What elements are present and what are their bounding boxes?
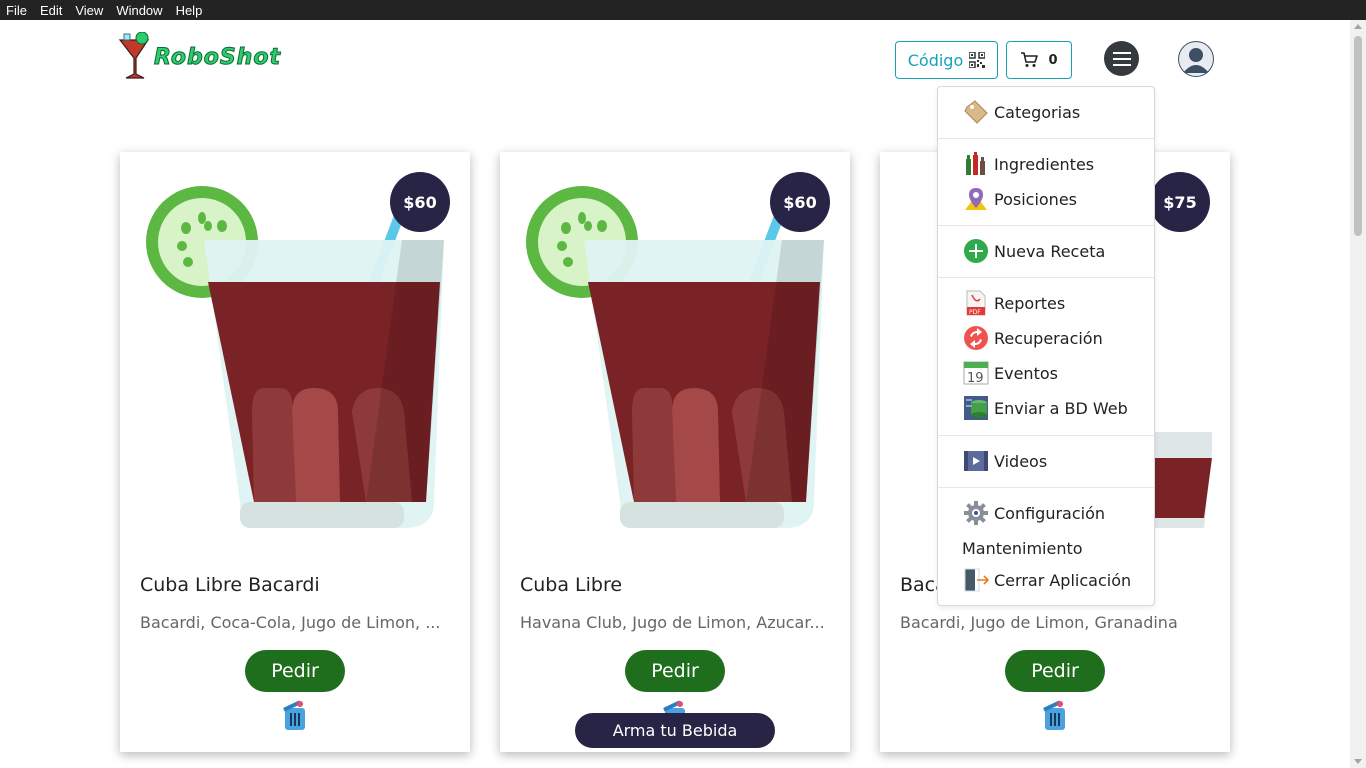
menu-item-cerrar-aplicacion[interactable]: Cerrar Aplicación: [962, 565, 1131, 595]
pedir-button[interactable]: Pedir: [1005, 650, 1105, 692]
menu-item-nueva-receta[interactable]: Nueva Receta: [962, 236, 1105, 266]
map-pin-icon: [962, 185, 990, 213]
scroll-down-icon[interactable]: [1354, 759, 1362, 764]
menu-divider: [938, 435, 1154, 436]
scrollbar-thumb[interactable]: [1354, 36, 1362, 236]
svg-text:19: 19: [967, 371, 984, 386]
codigo-button[interactable]: Código: [895, 41, 998, 79]
drink-image: [526, 182, 824, 528]
cart-icon: [1021, 52, 1039, 67]
drink-image: [146, 182, 444, 528]
menu-item-categorias[interactable]: Categorias: [962, 97, 1080, 127]
product-ingredients: Bacardi, Coca-Cola, Jugo de Limon, ...: [140, 613, 441, 632]
product-ingredients: Havana Club, Jugo de Limon, Azucar...: [520, 613, 825, 632]
price-badge: $60: [390, 172, 450, 232]
qr-code-icon: [969, 52, 986, 68]
trash-icon[interactable]: [280, 698, 310, 732]
pedir-button[interactable]: Pedir: [625, 650, 725, 692]
exit-icon: [962, 566, 990, 594]
menu-divider: [938, 225, 1154, 226]
window-menubar: File Edit View Window Help: [0, 0, 1366, 20]
menu-item-ingredientes[interactable]: Ingredientes: [962, 149, 1094, 179]
user-avatar[interactable]: [1178, 41, 1214, 77]
tag-icon: [962, 98, 990, 126]
product-card: $60 Cuba Libre Bacardi Bacardi, Coca-Col…: [120, 152, 470, 752]
pdf-icon: PDF: [962, 289, 990, 317]
calendar-icon: 19: [962, 359, 990, 387]
menu-divider: [938, 138, 1154, 139]
menu-view[interactable]: View: [75, 3, 103, 18]
menu-item-recuperacion[interactable]: Recuperación: [962, 323, 1103, 353]
trash-icon[interactable]: [1040, 698, 1070, 732]
product-card: $60 Cuba Libre Havana Club, Jugo de Limo…: [500, 152, 850, 752]
app-logo[interactable]: RoboShot: [118, 32, 281, 82]
plus-circle-icon: [962, 237, 990, 265]
hamburger-icon: [1112, 51, 1131, 66]
cart-count: 0: [1048, 52, 1058, 68]
main-menu-dropdown: Categorias Ingredientes Posiciones Nueva…: [937, 86, 1155, 606]
refresh-icon: [962, 324, 990, 352]
menu-item-reportes[interactable]: PDF Reportes: [962, 288, 1065, 318]
gear-icon: [962, 499, 990, 527]
svg-text:PDF: PDF: [969, 309, 981, 316]
app-content: RoboShot Código 0 $60 Cuba Libre Bacardi…: [0, 20, 1366, 768]
menu-item-mantenimiento[interactable]: Mantenimiento: [962, 533, 1083, 563]
menu-item-eventos[interactable]: 19 Eventos: [962, 358, 1058, 388]
database-icon: [962, 394, 990, 422]
user-icon: [1179, 42, 1213, 76]
logo-text: RoboShot: [154, 44, 281, 70]
scroll-up-icon[interactable]: [1354, 24, 1362, 29]
price-badge: $75: [1150, 172, 1210, 232]
product-title: Cuba Libre: [520, 574, 623, 596]
product-title: Cuba Libre Bacardi: [140, 574, 320, 596]
main-menu-button[interactable]: [1104, 41, 1139, 76]
cocktail-logo-icon: [118, 32, 150, 79]
menu-edit[interactable]: Edit: [40, 3, 62, 18]
menu-divider: [938, 277, 1154, 278]
price-badge: $60: [770, 172, 830, 232]
menu-item-videos[interactable]: Videos: [962, 446, 1047, 476]
video-icon: [962, 447, 990, 475]
menu-divider: [938, 487, 1154, 488]
menu-item-configuracion[interactable]: Configuración: [962, 498, 1105, 528]
menu-file[interactable]: File: [6, 3, 27, 18]
menu-item-enviar-bd-web[interactable]: Enviar a BD Web: [962, 393, 1128, 423]
arma-tu-bebida-button[interactable]: Arma tu Bebida: [575, 713, 775, 748]
product-ingredients: Bacardi, Jugo de Limon, Granadina: [900, 613, 1178, 632]
menu-window[interactable]: Window: [116, 3, 162, 18]
codigo-label: Código: [907, 50, 964, 70]
menu-help[interactable]: Help: [176, 3, 203, 18]
cart-button[interactable]: 0: [1006, 41, 1072, 79]
bottles-icon: [962, 150, 990, 178]
vertical-scrollbar[interactable]: [1350, 20, 1366, 768]
menu-item-posiciones[interactable]: Posiciones: [962, 184, 1077, 214]
pedir-button[interactable]: Pedir: [245, 650, 345, 692]
